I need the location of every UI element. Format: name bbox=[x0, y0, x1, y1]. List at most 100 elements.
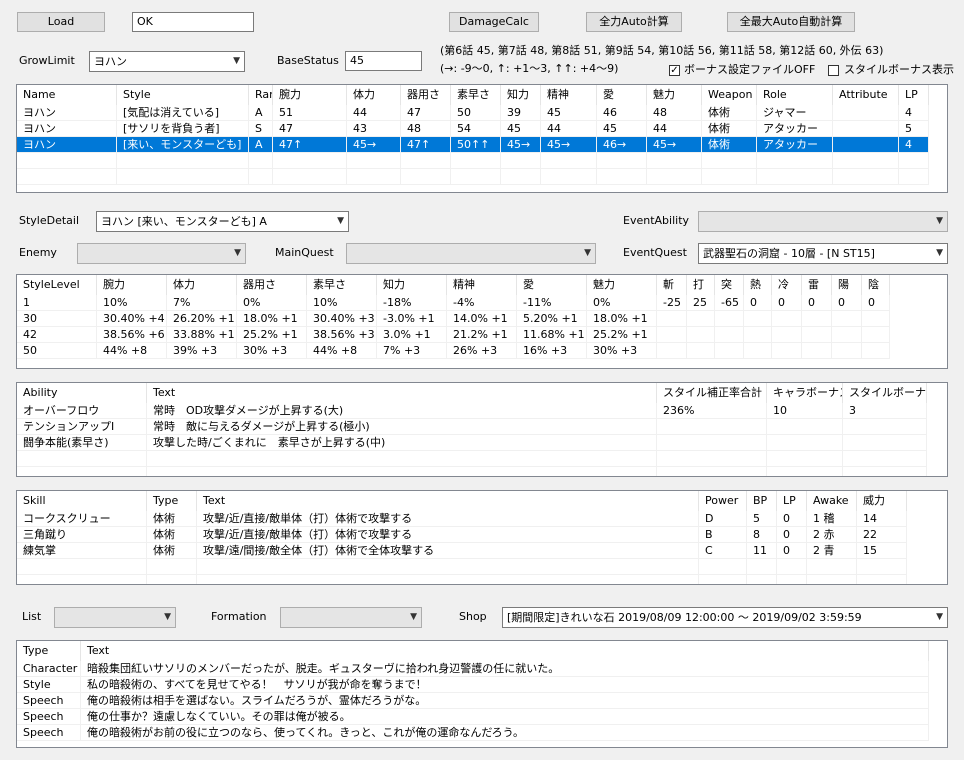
damagecalc-button[interactable]: DamageCalc bbox=[449, 12, 539, 32]
levels-column-header[interactable]: 打 bbox=[687, 275, 715, 295]
styles-row[interactable]: ヨハン [サソリを背負う者] S 47 43 48 54 45 44 45 44 体術 アタッカー 5 bbox=[17, 121, 929, 137]
styles-row[interactable]: ヨハン [来い、モンスターども] A 47↑ 45→ 47↑ 50↑↑ 45→ 45→ 46→ 45… bbox=[17, 137, 929, 153]
eventquest-select[interactable]: 武器聖石の洞窟 - 10層 - [N ST15] ▼ bbox=[698, 243, 948, 264]
abilities-column-header[interactable]: スタイルボーナス bbox=[843, 383, 927, 403]
enemy-select[interactable]: ▼ bbox=[77, 243, 246, 264]
styledetail-select[interactable]: ヨハン [来い、モンスターども] A ▼ bbox=[96, 211, 349, 232]
levels-column-header[interactable]: 愛 bbox=[517, 275, 587, 295]
levels-column-header[interactable]: 熱 bbox=[744, 275, 772, 295]
abilities-row[interactable]: 闘争本能(素早さ) 攻撃した時/ごくまれに 素早さが上昇する(中) bbox=[17, 435, 927, 451]
eventability-select[interactable]: ▼ bbox=[698, 211, 948, 232]
texts-row[interactable]: Character 暗殺集団紅いサソリのメンバーだったが、脱走。ギュスターヴに拾わ… bbox=[17, 661, 929, 677]
bonus-off-checkbox[interactable]: ✓ bbox=[669, 65, 680, 76]
texts-column-header[interactable]: Type bbox=[17, 641, 81, 661]
levels-column-header[interactable]: 体力 bbox=[167, 275, 237, 295]
levels-column-header[interactable]: 冷 bbox=[772, 275, 802, 295]
texts-row[interactable]: Speech 俺の仕事か？遠慮しなくていい。その罪は俺が被る。 bbox=[17, 709, 929, 725]
levels-column-header[interactable]: 素早さ bbox=[307, 275, 377, 295]
auto-calc-button[interactable]: 全力Auto計算 bbox=[586, 12, 682, 32]
abilities-column-header[interactable]: キャラボーナス bbox=[767, 383, 843, 403]
styles-row[interactable] bbox=[17, 169, 929, 185]
skills-row[interactable]: 三角蹴り 体術 攻撃/近/直接/敵単体（打）体術で攻撃する B 8 0 2 赤 22 bbox=[17, 527, 907, 543]
styles-column-header[interactable]: LP bbox=[899, 85, 929, 105]
skills-table[interactable]: Skill Type Text Power BP LP Awake 威力 コークスクリュー 体術攻… bbox=[16, 490, 948, 585]
status-input[interactable]: OK bbox=[132, 12, 254, 32]
styles-column-header[interactable]: 愛 bbox=[597, 85, 647, 105]
texts-column-header[interactable]: Text bbox=[81, 641, 929, 661]
levels-column-header[interactable]: 器用さ bbox=[237, 275, 307, 295]
growlimit-select[interactable]: ヨハン ▼ bbox=[89, 51, 245, 72]
styles-table[interactable]: NameStyleRarity腕力体力器用さ素早さ知力精神愛魅力WeaponRo… bbox=[16, 84, 948, 193]
styles-cell: 48 bbox=[653, 106, 667, 119]
text-table[interactable]: Type Text Character 暗殺集団紅いサソリのメンバーだったが、脱走。ギ… bbox=[16, 640, 948, 748]
levels-row[interactable]: 30 30.40% +4 26.20% +1 18.0% +1 30.40% +3 -3.… bbox=[17, 311, 890, 327]
abilities-column-header[interactable]: スタイル補正率合計 bbox=[657, 383, 767, 403]
skills-column-header[interactable]: 威力 bbox=[857, 491, 907, 511]
styles-row[interactable] bbox=[17, 153, 929, 169]
levels-column-header[interactable]: 雷 bbox=[802, 275, 832, 295]
texts-cell: 俺の暗殺術は相手を選ばない。スライムだろうが、霊体だろうがな。 bbox=[87, 694, 427, 707]
shop-select[interactable]: [期間限定]きれいな石 2019/08/09 12:00:00 ～ 2019/0… bbox=[502, 607, 948, 628]
styles-column-header[interactable]: 腕力 bbox=[273, 85, 347, 105]
skills-column-header[interactable]: BP bbox=[747, 491, 777, 511]
styles-column-header[interactable]: Weapon bbox=[702, 85, 757, 105]
skills-row[interactable]: コークスクリュー 体術 攻撃/近/直接/敵単体（打）体術で攻撃する D 5 0 1 稽 14 bbox=[17, 511, 907, 527]
levels-column-header[interactable]: 知力 bbox=[377, 275, 447, 295]
styles-column-header[interactable]: Name bbox=[17, 85, 117, 105]
abilities-column-header[interactable]: Text bbox=[147, 383, 657, 403]
styles-column-header[interactable]: Rarity bbox=[249, 85, 273, 105]
max-auto-calc-button[interactable]: 全最大Auto自動計算 bbox=[727, 12, 855, 32]
style-bonus-checkbox[interactable] bbox=[828, 65, 839, 76]
skills-column-header[interactable]: Power bbox=[699, 491, 747, 511]
styles-column-header[interactable]: Role bbox=[757, 85, 833, 105]
skills-column-header[interactable]: Awake bbox=[807, 491, 857, 511]
skills-column-header[interactable]: LP bbox=[777, 491, 807, 511]
texts-row[interactable]: Style 私の暗殺術の、すべてを見せてやる！ サソリが我が命を奪うまで！ bbox=[17, 677, 929, 693]
styles-cell: 45→ bbox=[653, 138, 677, 151]
levels-column-header[interactable]: 精神 bbox=[447, 275, 517, 295]
skills-column-header[interactable]: Text bbox=[197, 491, 699, 511]
abilities-row[interactable] bbox=[17, 467, 927, 476]
abilities-table[interactable]: AbilityTextスタイル補正率合計キャラボーナススタイルボーナスオーバーフ… bbox=[16, 382, 948, 477]
styles-column-header[interactable]: 魅力 bbox=[647, 85, 702, 105]
styles-column-header[interactable]: 器用さ bbox=[401, 85, 451, 105]
styles-row[interactable]: ヨハン [気配は消えている] A 51 44 47 50 39 45 46 48 体術 ジャマー 4 bbox=[17, 105, 929, 121]
skills-row[interactable] bbox=[17, 559, 907, 575]
styles-column-header[interactable]: 体力 bbox=[347, 85, 401, 105]
levels-column-header[interactable]: 魅力 bbox=[587, 275, 657, 295]
levels-row[interactable]: 50 44% +8 39% +3 30% +3 44% +8 7% +3 26% +3 16%… bbox=[17, 343, 890, 359]
styles-column-header[interactable]: 知力 bbox=[501, 85, 541, 105]
abilities-column-header[interactable]: Ability bbox=[17, 383, 147, 403]
levels-row[interactable]: 42 38.56% +6 33.88% +1 25.2% +1 38.56% +3 3.0… bbox=[17, 327, 890, 343]
levels-column-header[interactable]: 斬 bbox=[657, 275, 687, 295]
levels-cell: 0 bbox=[838, 296, 845, 309]
levels-column-header[interactable]: 突 bbox=[715, 275, 744, 295]
levels-column-header[interactable]: 腕力 bbox=[97, 275, 167, 295]
formation-select[interactable]: ▼ bbox=[280, 607, 422, 628]
basestatus-input[interactable]: 45 bbox=[345, 51, 422, 71]
styles-column-header[interactable]: 精神 bbox=[541, 85, 597, 105]
texts-row[interactable]: Speech 俺の暗殺術は相手を選ばない。スライムだろうが、霊体だろうがな。 bbox=[17, 693, 929, 709]
style-level-table[interactable]: StyleLevel 腕力 体力 器用さ 素早さ 知力 精神愛魅力斬打突熱冷雷陽陰 1 10% 7… bbox=[16, 274, 948, 369]
levels-column-header[interactable]: 陰 bbox=[862, 275, 890, 295]
list-select[interactable]: ▼ bbox=[54, 607, 176, 628]
abilities-row[interactable]: テンションアップⅠ 常時 敵に与えるダメージが上昇する(極小) bbox=[17, 419, 927, 435]
styles-column-header[interactable]: 素早さ bbox=[451, 85, 501, 105]
levels-column-header[interactable]: 陽 bbox=[832, 275, 862, 295]
abilities-row[interactable]: オーバーフロウ 常時 OD攻撃ダメージが上昇する(大) 236% 10 3 bbox=[17, 403, 927, 419]
styles-column-header[interactable]: Style bbox=[117, 85, 249, 105]
levels-row[interactable]: 1 10% 7% 0% 10% -18% -4% -11% 0% -25 25 -65 0 0 0 0 0 bbox=[17, 295, 890, 311]
abilities-cell: 3 bbox=[849, 404, 856, 417]
styles-column-header[interactable]: Attribute bbox=[833, 85, 899, 105]
mainquest-select[interactable]: ▼ bbox=[346, 243, 596, 264]
skills-column-header[interactable]: Skill bbox=[17, 491, 147, 511]
chevron-down-icon: ▼ bbox=[584, 248, 591, 258]
styles-cell bbox=[833, 105, 899, 121]
skills-column-header[interactable]: Type bbox=[147, 491, 197, 511]
abilities-row[interactable] bbox=[17, 451, 927, 467]
levels-column-header[interactable]: StyleLevel bbox=[17, 275, 97, 295]
texts-row[interactable]: Speech 俺の暗殺術がお前の役に立つのなら、使ってくれ。きっと、これが俺の運命… bbox=[17, 725, 929, 741]
load-button[interactable]: Load bbox=[17, 12, 105, 32]
skills-row[interactable]: 練気掌 体術 攻撃/遠/間接/敵全体（打）体術で全体攻撃する C 11 0 2 青 15 bbox=[17, 543, 907, 559]
skills-row[interactable] bbox=[17, 575, 907, 584]
